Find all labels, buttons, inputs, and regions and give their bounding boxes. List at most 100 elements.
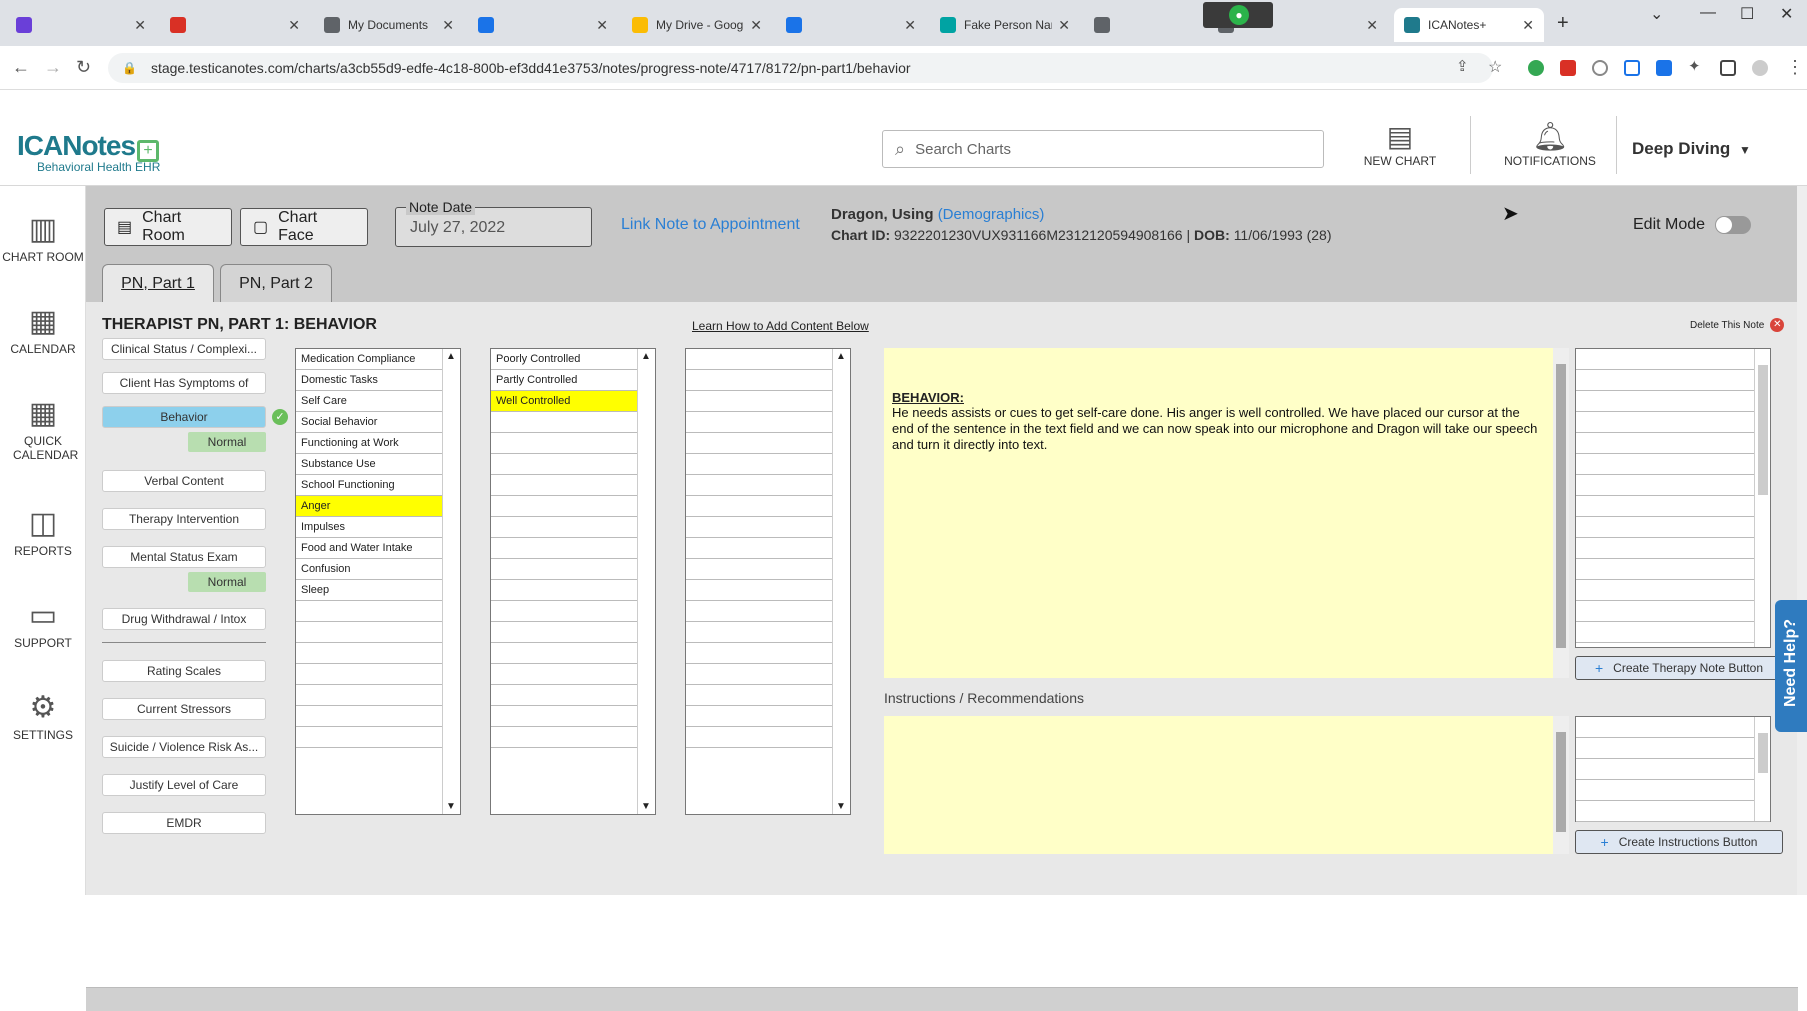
share-icon[interactable]: ⇪ <box>1456 57 1469 75</box>
close-icon[interactable]: ✕ <box>288 17 300 34</box>
list-item[interactable] <box>1576 370 1770 391</box>
extension-icon[interactable] <box>1624 60 1640 76</box>
list-item[interactable] <box>491 580 655 601</box>
note-text[interactable]: He needs assists or cues to get self-car… <box>892 405 1542 453</box>
list-item[interactable] <box>686 727 850 748</box>
list-item[interactable]: Domestic Tasks <box>296 370 460 391</box>
browser-tab[interactable]: My Documents ✕ <box>314 8 464 42</box>
list-item[interactable] <box>491 559 655 580</box>
list-scrollbar[interactable]: ▲ ▼ <box>637 349 655 814</box>
nav-calendar[interactable]: ▦ CALENDAR <box>0 304 86 356</box>
microphone-icon[interactable]: ● <box>1229 5 1249 25</box>
instructions-text-area[interactable] <box>884 716 1569 854</box>
list-item[interactable]: Substance Use <box>296 454 460 475</box>
list-item[interactable] <box>491 412 655 433</box>
learn-link[interactable]: Learn How to Add Content Below <box>692 319 869 333</box>
list-item[interactable]: Well Controlled <box>491 391 655 412</box>
list-item[interactable] <box>296 664 460 685</box>
kebab-menu-icon[interactable]: ⋮ <box>1786 57 1804 78</box>
browser-tab[interactable]: ✕ <box>776 8 926 42</box>
extension-icon[interactable] <box>1560 60 1576 76</box>
back-button[interactable]: ← <box>12 57 30 78</box>
list-item[interactable] <box>1576 349 1770 370</box>
nav-support[interactable]: ▭ SUPPORT <box>0 598 86 650</box>
browser-tab[interactable]: My Drive - Goog ✕ <box>622 8 772 42</box>
url-field[interactable]: 🔒 stage.testicanotes.com/charts/a3cb55d9… <box>108 53 1493 83</box>
note-text-area[interactable]: BEHAVIOR: He needs assists or cues to ge… <box>884 348 1569 678</box>
list-item[interactable] <box>491 496 655 517</box>
list-item[interactable] <box>296 622 460 643</box>
list-item[interactable] <box>686 664 850 685</box>
search-charts[interactable]: ⌕ <box>882 130 1324 168</box>
create-therapy-note-button[interactable]: + Create Therapy Note Button <box>1575 656 1783 680</box>
section-justify-level-of-care[interactable]: Justify Level of Care <box>102 774 266 796</box>
list-item[interactable] <box>686 685 850 706</box>
list-item[interactable] <box>686 454 850 475</box>
scroll-up-icon[interactable]: ▲ <box>641 351 651 362</box>
list-item[interactable] <box>1576 738 1770 759</box>
list-item[interactable] <box>1576 601 1770 622</box>
list-scrollbar[interactable]: ▲ ▼ <box>442 349 460 814</box>
bookmark-star-icon[interactable]: ☆ <box>1488 57 1502 77</box>
create-instructions-button[interactable]: + Create Instructions Button <box>1575 830 1783 854</box>
list-item[interactable] <box>686 370 850 391</box>
section-suicide-risk[interactable]: Suicide / Violence Risk As... <box>102 736 266 758</box>
mse-normal-button[interactable]: Normal <box>188 572 266 592</box>
list-item[interactable] <box>491 664 655 685</box>
list-item[interactable] <box>491 685 655 706</box>
scroll-up-icon[interactable]: ▲ <box>446 351 456 362</box>
browser-tab[interactable]: ✕ <box>160 8 310 42</box>
need-help-button[interactable]: Need Help? <box>1775 600 1807 732</box>
search-input[interactable] <box>915 140 1296 158</box>
list-item[interactable] <box>491 454 655 475</box>
app-logo[interactable]: ICANotes + Behavioral Health EHR <box>17 130 160 174</box>
close-icon[interactable]: ✕ <box>1366 17 1378 34</box>
close-icon[interactable]: ✕ <box>596 17 608 34</box>
tab-pn-part-2[interactable]: PN, Part 2 <box>220 264 332 302</box>
section-clinical-status[interactable]: Clinical Status / Complexi... <box>102 338 266 360</box>
list-item[interactable]: Poorly Controlled <box>491 349 655 370</box>
scroll-up-icon[interactable]: ▲ <box>836 351 846 362</box>
list-item[interactable] <box>491 706 655 727</box>
list-item[interactable] <box>1576 559 1770 580</box>
extension-icon[interactable] <box>1528 60 1544 76</box>
list-item[interactable]: Self Care <box>296 391 460 412</box>
close-icon[interactable]: ✕ <box>134 17 146 34</box>
list-item[interactable] <box>1576 622 1770 643</box>
instructions-scrollbar[interactable] <box>1553 716 1569 854</box>
section-mental-status-exam[interactable]: Mental Status Exam <box>102 546 266 568</box>
nav-reports[interactable]: ◫ REPORTS <box>0 506 86 558</box>
list-item[interactable] <box>686 559 850 580</box>
section-current-stressors[interactable]: Current Stressors <box>102 698 266 720</box>
list-item[interactable] <box>491 517 655 538</box>
scroll-thumb[interactable] <box>1556 364 1566 648</box>
list-item[interactable]: Functioning at Work <box>296 433 460 454</box>
section-emdr[interactable]: EMDR <box>102 812 266 834</box>
close-window-button[interactable]: ✕ <box>1780 4 1793 24</box>
behavior-normal-button[interactable]: Normal <box>188 432 266 452</box>
edit-mode-toggle[interactable] <box>1715 216 1752 234</box>
profile-avatar[interactable] <box>1752 60 1768 76</box>
list-scrollbar[interactable] <box>1754 717 1770 821</box>
close-icon[interactable]: ✕ <box>442 17 454 34</box>
list-item[interactable] <box>296 706 460 727</box>
puzzle-icon[interactable]: ✦ <box>1688 57 1701 75</box>
close-icon[interactable]: ✕ <box>1058 17 1070 34</box>
nav-settings[interactable]: ⚙ SETTINGS <box>0 690 86 742</box>
list-item[interactable] <box>686 475 850 496</box>
list-item[interactable] <box>1576 759 1770 780</box>
user-menu[interactable]: Deep Diving ▼ <box>1632 139 1751 159</box>
list-item[interactable] <box>686 706 850 727</box>
nav-chart-room[interactable]: ▥ CHART ROOM <box>0 212 86 264</box>
new-chart-button[interactable]: ▤ NEW CHART <box>1360 120 1440 168</box>
dragon-microphone-bar[interactable]: ● <box>1203 2 1273 28</box>
list-item[interactable] <box>1576 433 1770 454</box>
delete-note-button[interactable]: Delete This Note ✕ <box>1690 318 1785 332</box>
list-item[interactable] <box>1576 580 1770 601</box>
note-date-field[interactable]: Note Date July 27, 2022 <box>395 199 592 247</box>
nav-quick-calendar[interactable]: ▦ QUICK CALENDAR <box>0 396 86 462</box>
scroll-thumb[interactable] <box>1758 365 1768 495</box>
section-symptoms[interactable]: Client Has Symptoms of <box>102 372 266 394</box>
list-item[interactable]: Food and Water Intake <box>296 538 460 559</box>
list-item[interactable] <box>686 538 850 559</box>
